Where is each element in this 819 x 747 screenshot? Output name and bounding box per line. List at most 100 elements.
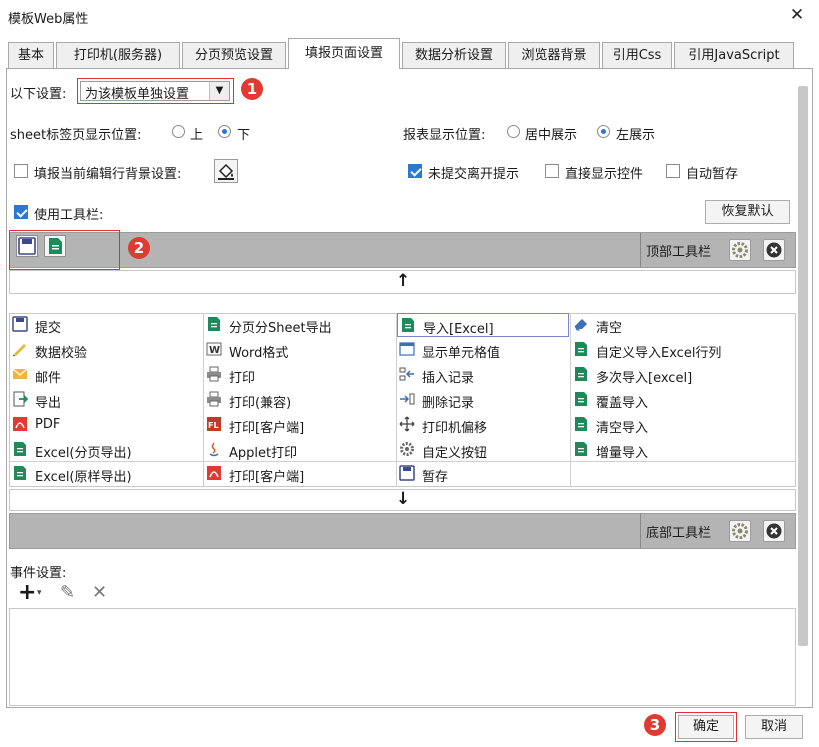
sheet-top-radio[interactable] (172, 125, 185, 138)
grid-button-submit[interactable]: 提交 (10, 313, 202, 337)
use-toolbar-checkbox[interactable] (14, 205, 28, 219)
grid-button-label: 显示单元格值 (422, 346, 501, 361)
grid-button-label: 暂存 (422, 470, 449, 485)
grid-button-applet-print[interactable]: Applet打印 (204, 438, 395, 462)
mail-icon (12, 368, 28, 379)
sheet-position-label: sheet标签页显示位置: (10, 128, 142, 143)
restore-default-button[interactable]: 恢复默认 (705, 200, 790, 224)
tab-javascript[interactable]: 引用JavaScript (674, 42, 794, 68)
grid-button-validate[interactable]: 数据校验 (10, 338, 202, 362)
tab-css[interactable]: 引用Css (602, 42, 672, 68)
cancel-button[interactable]: 取消 (745, 715, 803, 739)
grid-button-sheet-export[interactable]: 分页分Sheet导出 (204, 313, 395, 337)
gear-icon[interactable] (729, 239, 751, 261)
grid-button-label: Excel(分页导出) (35, 446, 132, 461)
svg-text:W: W (209, 345, 220, 356)
gear-icon[interactable] (729, 520, 751, 542)
grid-button-excel-original[interactable]: Excel(原样导出) (10, 462, 202, 486)
word-icon: W (206, 342, 222, 356)
pdf-icon (13, 417, 27, 431)
direct-show-checkbox[interactable] (545, 164, 559, 178)
vertical-scrollbar[interactable] (798, 86, 808, 646)
grid-button-email[interactable]: 邮件 (10, 363, 202, 387)
close-circle-icon[interactable] (763, 520, 785, 542)
grid-button-export[interactable]: 导出 (10, 388, 202, 412)
report-left-label: 左展示 (616, 128, 656, 143)
report-left-radio[interactable] (597, 125, 610, 138)
grid-button-print[interactable]: 打印 (204, 363, 395, 387)
grid-button-label: 清空 (596, 321, 623, 336)
grid-button-overwrite-import[interactable]: 覆盖导入 (571, 388, 795, 412)
toolbar-divider (640, 514, 641, 548)
grid-button-print-client[interactable]: FL 打印[客户端] (204, 413, 395, 437)
pdf-icon (207, 466, 221, 480)
grid-button-label: 清空导入 (596, 421, 649, 436)
excel-icon (402, 318, 414, 332)
edit-icon[interactable]: ✎ (60, 582, 75, 603)
grid-button-show-cell-value[interactable]: 显示单元格值 (397, 338, 569, 362)
grid-button-custom[interactable]: 自定义按钮 (397, 438, 569, 462)
sheet-bottom-radio[interactable] (218, 125, 231, 138)
annotation-badge-1: 1 (241, 78, 263, 100)
add-icon[interactable]: + (18, 580, 36, 605)
grid-button-insert-record[interactable]: 插入记录 (397, 363, 569, 387)
grid-button-label: 打印 (229, 371, 256, 386)
chevron-down-icon[interactable]: ▾ (37, 588, 42, 598)
use-toolbar-label: 使用工具栏: (34, 208, 104, 223)
printer-icon (207, 391, 221, 407)
pencil-check-icon (12, 344, 26, 357)
tab-page-preview[interactable]: 分页预览设置 (182, 42, 286, 68)
grid-button-word[interactable]: W Word格式 (204, 338, 395, 362)
grid-button-label: 打印(兼容) (229, 396, 292, 411)
excel-icon (208, 317, 220, 331)
grid-button-excel-paged[interactable]: Excel(分页导出) (10, 438, 202, 462)
grid-button-temp-save[interactable]: 暂存 (397, 462, 569, 486)
grid-button-label: 自定义导入Excel行列 (596, 346, 722, 361)
arrow-down-icon[interactable]: ↓ (396, 489, 410, 509)
grid-button-label: Applet打印 (229, 446, 298, 461)
title-bar: 模板Web属性 ✕ (0, 0, 819, 32)
event-list[interactable] (9, 608, 796, 706)
arrow-up-icon[interactable]: ↑ (396, 271, 410, 291)
grid-button-label: 导入[Excel] (423, 322, 494, 337)
save-icon (399, 465, 415, 481)
fill-bg-checkbox[interactable] (14, 164, 28, 178)
tab-printer-server[interactable]: 打印机(服务器) (56, 42, 180, 68)
grid-button-print-compat[interactable]: 打印(兼容) (204, 388, 395, 412)
tab-browser-bg[interactable]: 浏览器背景 (508, 42, 600, 68)
close-icon[interactable]: ✕ (786, 4, 808, 26)
grid-button-delete-record[interactable]: 删除记录 (397, 388, 569, 412)
leave-prompt-checkbox[interactable] (408, 164, 422, 178)
grid-button-label: 多次导入[excel] (596, 371, 693, 386)
excel-export-icon[interactable] (44, 235, 66, 257)
paint-bucket-icon[interactable] (214, 159, 238, 183)
grid-button-label: 插入记录 (422, 371, 475, 386)
grid-button-label: 邮件 (35, 371, 62, 386)
printer-icon (207, 366, 221, 382)
grid-button-custom-import[interactable]: 自定义导入Excel行列 (571, 338, 795, 362)
grid-button-label: 数据校验 (35, 346, 88, 361)
grid-button-print-client-pdf[interactable]: 打印[客户端] (204, 462, 395, 486)
bottom-toolbar-label: 底部工具栏 (646, 526, 712, 541)
report-center-radio[interactable] (507, 125, 520, 138)
grid-button-pdf[interactable]: PDF (10, 413, 202, 437)
flash-print-icon: FL (207, 417, 221, 431)
scope-select[interactable]: 为该模板单独设置 ▼ (80, 81, 230, 102)
grid-button-clear[interactable]: 清空 (571, 313, 795, 337)
close-circle-icon[interactable] (763, 239, 785, 261)
tab-basic[interactable]: 基本 (8, 42, 54, 68)
svg-text:FL: FL (208, 421, 219, 430)
tab-fill-page[interactable]: 填报页面设置 (288, 38, 400, 69)
ok-button[interactable]: 确定 (678, 715, 734, 739)
auto-save-checkbox[interactable] (666, 164, 680, 178)
save-icon[interactable] (16, 235, 38, 257)
delete-icon[interactable]: ✕ (92, 582, 107, 603)
chevron-down-icon[interactable]: ▼ (209, 82, 229, 100)
grid-button-multi-import[interactable]: 多次导入[excel] (571, 363, 795, 387)
grid-button-import-excel[interactable]: 导入[Excel] (397, 313, 569, 337)
grid-button-printer-offset[interactable]: 打印机偏移 (397, 413, 569, 437)
grid-button-clear-import[interactable]: 清空导入 (571, 413, 795, 437)
grid-button-increment-import[interactable]: 增量导入 (571, 438, 795, 462)
excel-icon (575, 417, 587, 431)
tab-data-analysis[interactable]: 数据分析设置 (402, 42, 506, 68)
